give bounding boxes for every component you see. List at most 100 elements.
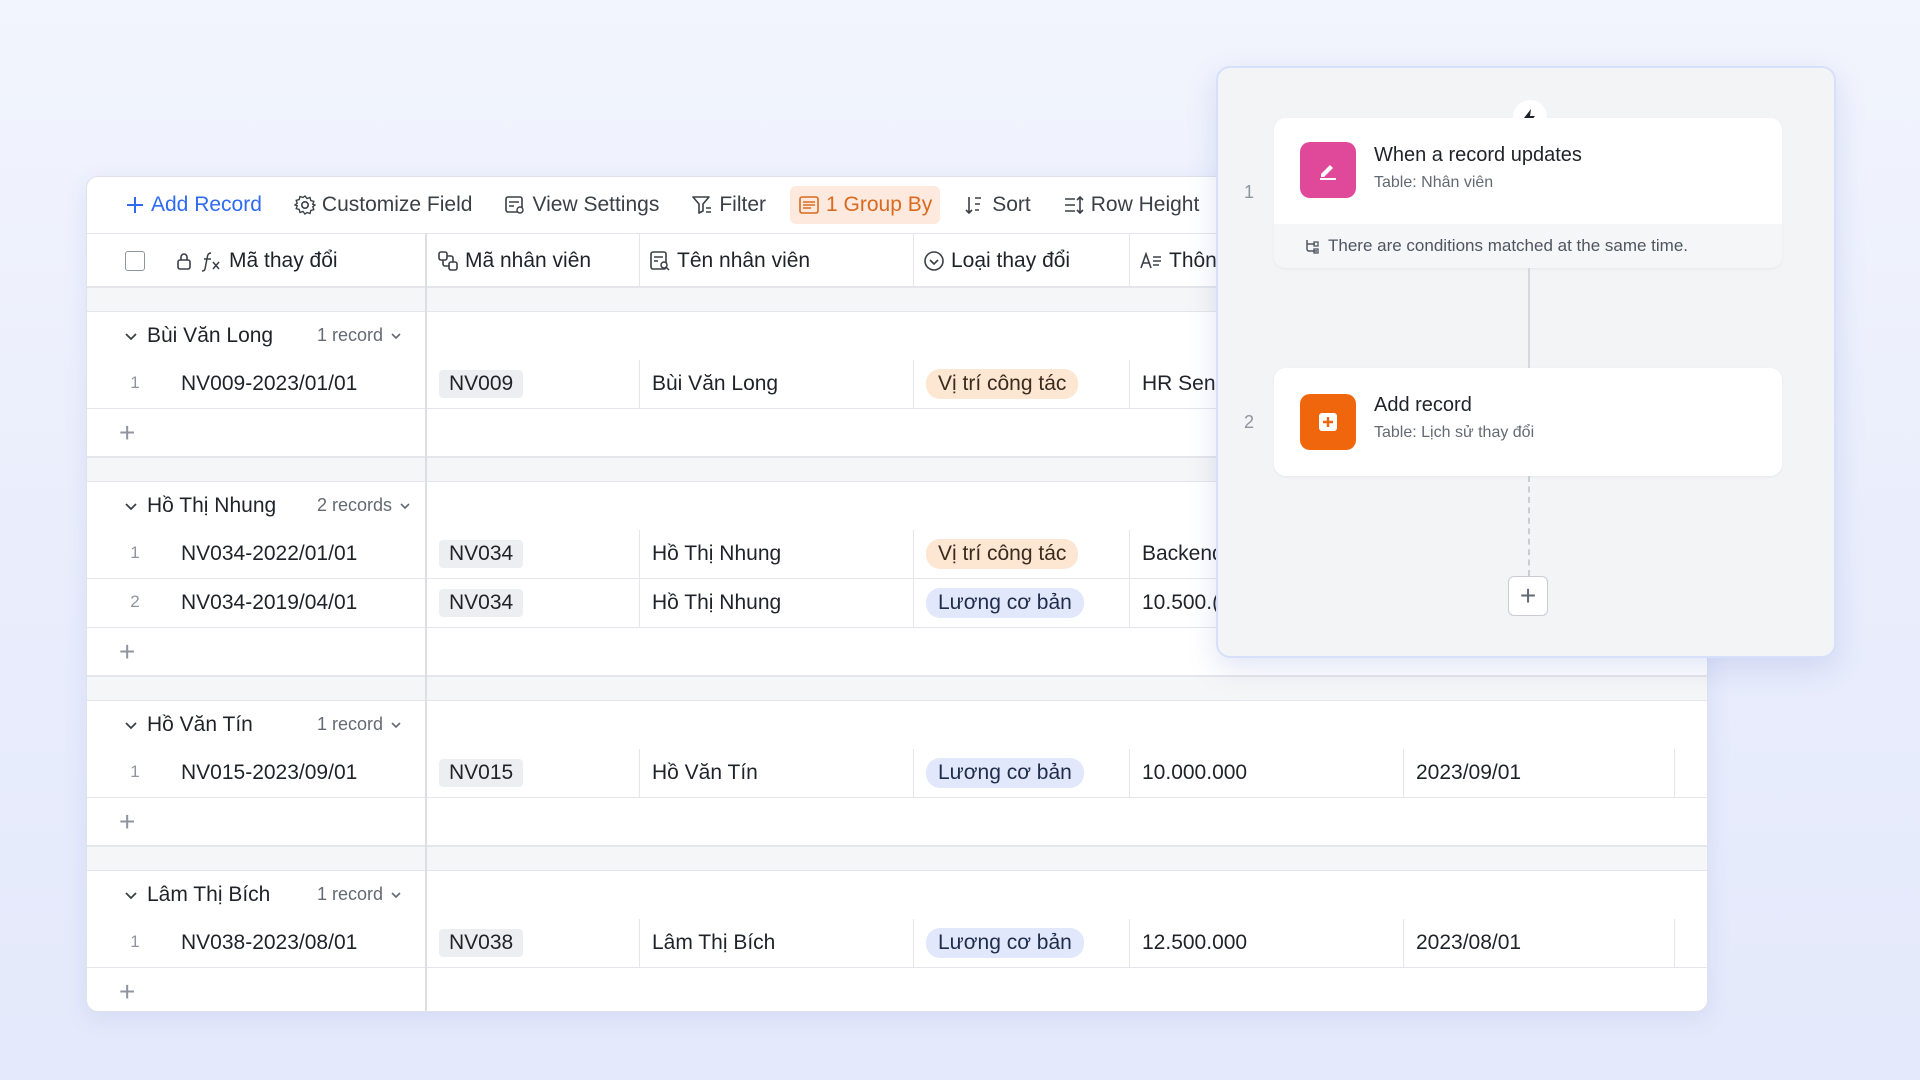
column-header-loai-thay-doi[interactable]: Loại thay đổi: [913, 234, 1129, 288]
cell-ten-nhan-vien[interactable]: Hồ Văn Tín: [639, 749, 913, 797]
group-title[interactable]: Hồ Thị Nhung: [123, 494, 276, 518]
step-number: 1: [1244, 182, 1255, 202]
group-separator: [87, 676, 1707, 701]
chevron-down-icon: [125, 332, 137, 340]
cell-ma-nhan-vien[interactable]: NV009: [427, 360, 639, 408]
table-row[interactable]: 1 NV038-2023/08/01 NV038 Lâm Thị Bích Lương …: [87, 919, 1707, 968]
cell-text: 2023/08/01: [1416, 931, 1522, 954]
cell-ma-thay-doi[interactable]: NV034-2022/01/01: [173, 530, 423, 578]
group-by-label: 1 Group By: [826, 193, 933, 216]
employee-id-tag: NV034: [439, 589, 524, 617]
chevron-down-icon: [391, 332, 401, 339]
column-header-ma-thay-doi[interactable]: Mã thay đổi: [173, 234, 425, 288]
cell-ma-nhan-vien[interactable]: NV034: [427, 530, 639, 578]
employee-id-tag: NV015: [439, 759, 524, 787]
row-number: 1: [130, 543, 140, 562]
cell-ten-nhan-vien[interactable]: Hồ Thị Nhung: [639, 579, 913, 627]
cell-text: NV015-2023/09/01: [181, 761, 358, 784]
cell-thong-tin[interactable]: 12.500.000: [1129, 919, 1403, 967]
cell-text: Backend: [1142, 542, 1224, 565]
group-title-text: Lâm Thị Bích: [147, 882, 271, 906]
cell-ma-nhan-vien[interactable]: NV034: [427, 579, 639, 627]
customize-field-button[interactable]: Customize Field: [286, 186, 481, 224]
column-header-ma-nhan-vien[interactable]: Mã nhân viên: [427, 234, 639, 288]
gear-icon: [293, 195, 316, 215]
lookup-icon: [650, 251, 670, 271]
cell-thong-tin[interactable]: 10.000.000: [1129, 749, 1403, 797]
add-row[interactable]: +: [87, 798, 1707, 846]
cell-loai-thay-doi[interactable]: Lương cơ bản: [913, 579, 1129, 627]
plus-icon[interactable]: +: [119, 978, 135, 1006]
group-record-count[interactable]: 1 record: [317, 325, 403, 346]
cell-ten-nhan-vien[interactable]: Lâm Thị Bích: [639, 919, 913, 967]
change-type-pill: Vị trí công tác: [926, 539, 1079, 569]
group-icon: [799, 196, 819, 214]
group-record-count[interactable]: 2 records: [317, 495, 412, 516]
cell-text: 2023/09/01: [1416, 761, 1522, 784]
group-header[interactable]: Hồ Văn Tín 1 record: [87, 701, 1707, 748]
cell-ma-nhan-vien[interactable]: NV038: [427, 919, 639, 967]
cell-loai-thay-doi[interactable]: Vị trí công tác: [913, 530, 1129, 578]
cell-loai-thay-doi[interactable]: Lương cơ bản: [913, 919, 1129, 967]
group-title[interactable]: Lâm Thị Bích: [123, 883, 270, 907]
cell-ten-nhan-vien[interactable]: Bùi Văn Long: [639, 360, 913, 408]
column-header-ten-nhan-vien[interactable]: Tên nhân viên: [639, 234, 913, 288]
employee-id-tag: NV009: [439, 370, 524, 398]
plus-icon[interactable]: +: [119, 638, 135, 666]
add-record-icon: [1300, 394, 1356, 450]
group-by-button[interactable]: 1 Group By: [790, 186, 941, 224]
action-node[interactable]: Add record Table: Lịch sử thay đổi: [1274, 368, 1782, 476]
row-number: 2: [130, 592, 140, 611]
select-all-checkbox[interactable]: [125, 251, 145, 271]
filter-button[interactable]: Filter: [683, 186, 774, 224]
change-type-pill: Vị trí công tác: [926, 369, 1079, 399]
plus-icon[interactable]: +: [119, 419, 135, 447]
group-record-count[interactable]: 1 record: [317, 884, 403, 905]
cell-loai-thay-doi[interactable]: Vị trí công tác: [913, 360, 1129, 408]
group-header[interactable]: Lâm Thị Bích 1 record: [87, 871, 1707, 918]
plus-icon: [127, 197, 143, 213]
connector-dashed-line: [1528, 476, 1530, 576]
cell-text: NV034-2019/04/01: [181, 591, 358, 614]
group-count-text: 2 records: [317, 495, 393, 515]
condition-text: There are conditions matched at the same…: [1328, 236, 1689, 255]
chevron-down-icon: [125, 502, 137, 510]
group-title[interactable]: Bùi Văn Long: [123, 324, 273, 348]
cell-ma-thay-doi[interactable]: NV015-2023/09/01: [173, 749, 423, 797]
cell-text: Hồ Thị Nhung: [652, 542, 782, 565]
group-title[interactable]: Hồ Văn Tín: [123, 713, 253, 737]
cell-date[interactable]: 2023/08/01: [1403, 919, 1675, 967]
cell-ma-thay-doi[interactable]: NV009-2023/01/01: [173, 360, 423, 408]
add-row[interactable]: +: [87, 968, 1707, 1011]
cell-ma-thay-doi[interactable]: NV038-2023/08/01: [173, 919, 423, 967]
link-icon: [438, 251, 458, 271]
group-record-count[interactable]: 1 record: [317, 714, 403, 735]
edit-record-icon: [1300, 142, 1356, 198]
condition-bar[interactable]: There are conditions matched at the same…: [1274, 224, 1782, 268]
trigger-node[interactable]: When a record updates Table: Nhân viên T…: [1274, 118, 1782, 268]
cell-ma-thay-doi[interactable]: NV034-2019/04/01: [173, 579, 423, 627]
cell-ma-nhan-vien[interactable]: NV015: [427, 749, 639, 797]
change-type-pill: Lương cơ bản: [926, 588, 1084, 618]
view-settings-button[interactable]: View Settings: [496, 186, 667, 224]
automation-panel: 1 When a record updates Table: Nhân viên…: [1216, 66, 1836, 658]
column-label: Loại thay đổi: [951, 249, 1071, 272]
cell-date[interactable]: 2023/09/01: [1403, 749, 1675, 797]
chevron-down-icon: [391, 891, 401, 898]
plus-icon[interactable]: +: [119, 808, 135, 836]
add-record-button[interactable]: Add Record: [117, 186, 270, 224]
column-label: Tên nhân viên: [677, 249, 811, 272]
customize-field-label: Customize Field: [321, 193, 473, 216]
table-row[interactable]: 1 NV015-2023/09/01 NV015 Hồ Văn Tín Lương cơ…: [87, 749, 1707, 798]
cell-text: Lâm Thị Bích: [652, 931, 776, 954]
add-step-button[interactable]: +: [1508, 576, 1548, 616]
sort-button[interactable]: Sort: [956, 186, 1039, 224]
group-title-text: Bùi Văn Long: [147, 323, 274, 347]
cell-ten-nhan-vien[interactable]: Hồ Thị Nhung: [639, 530, 913, 578]
group-separator: [87, 846, 1707, 871]
row-height-button[interactable]: Row Height: [1055, 186, 1208, 224]
cell-loai-thay-doi[interactable]: Lương cơ bản: [913, 749, 1129, 797]
step-number: 2: [1244, 412, 1255, 432]
chevron-down-icon: [125, 721, 137, 729]
action-title: Add record: [1374, 394, 1472, 416]
